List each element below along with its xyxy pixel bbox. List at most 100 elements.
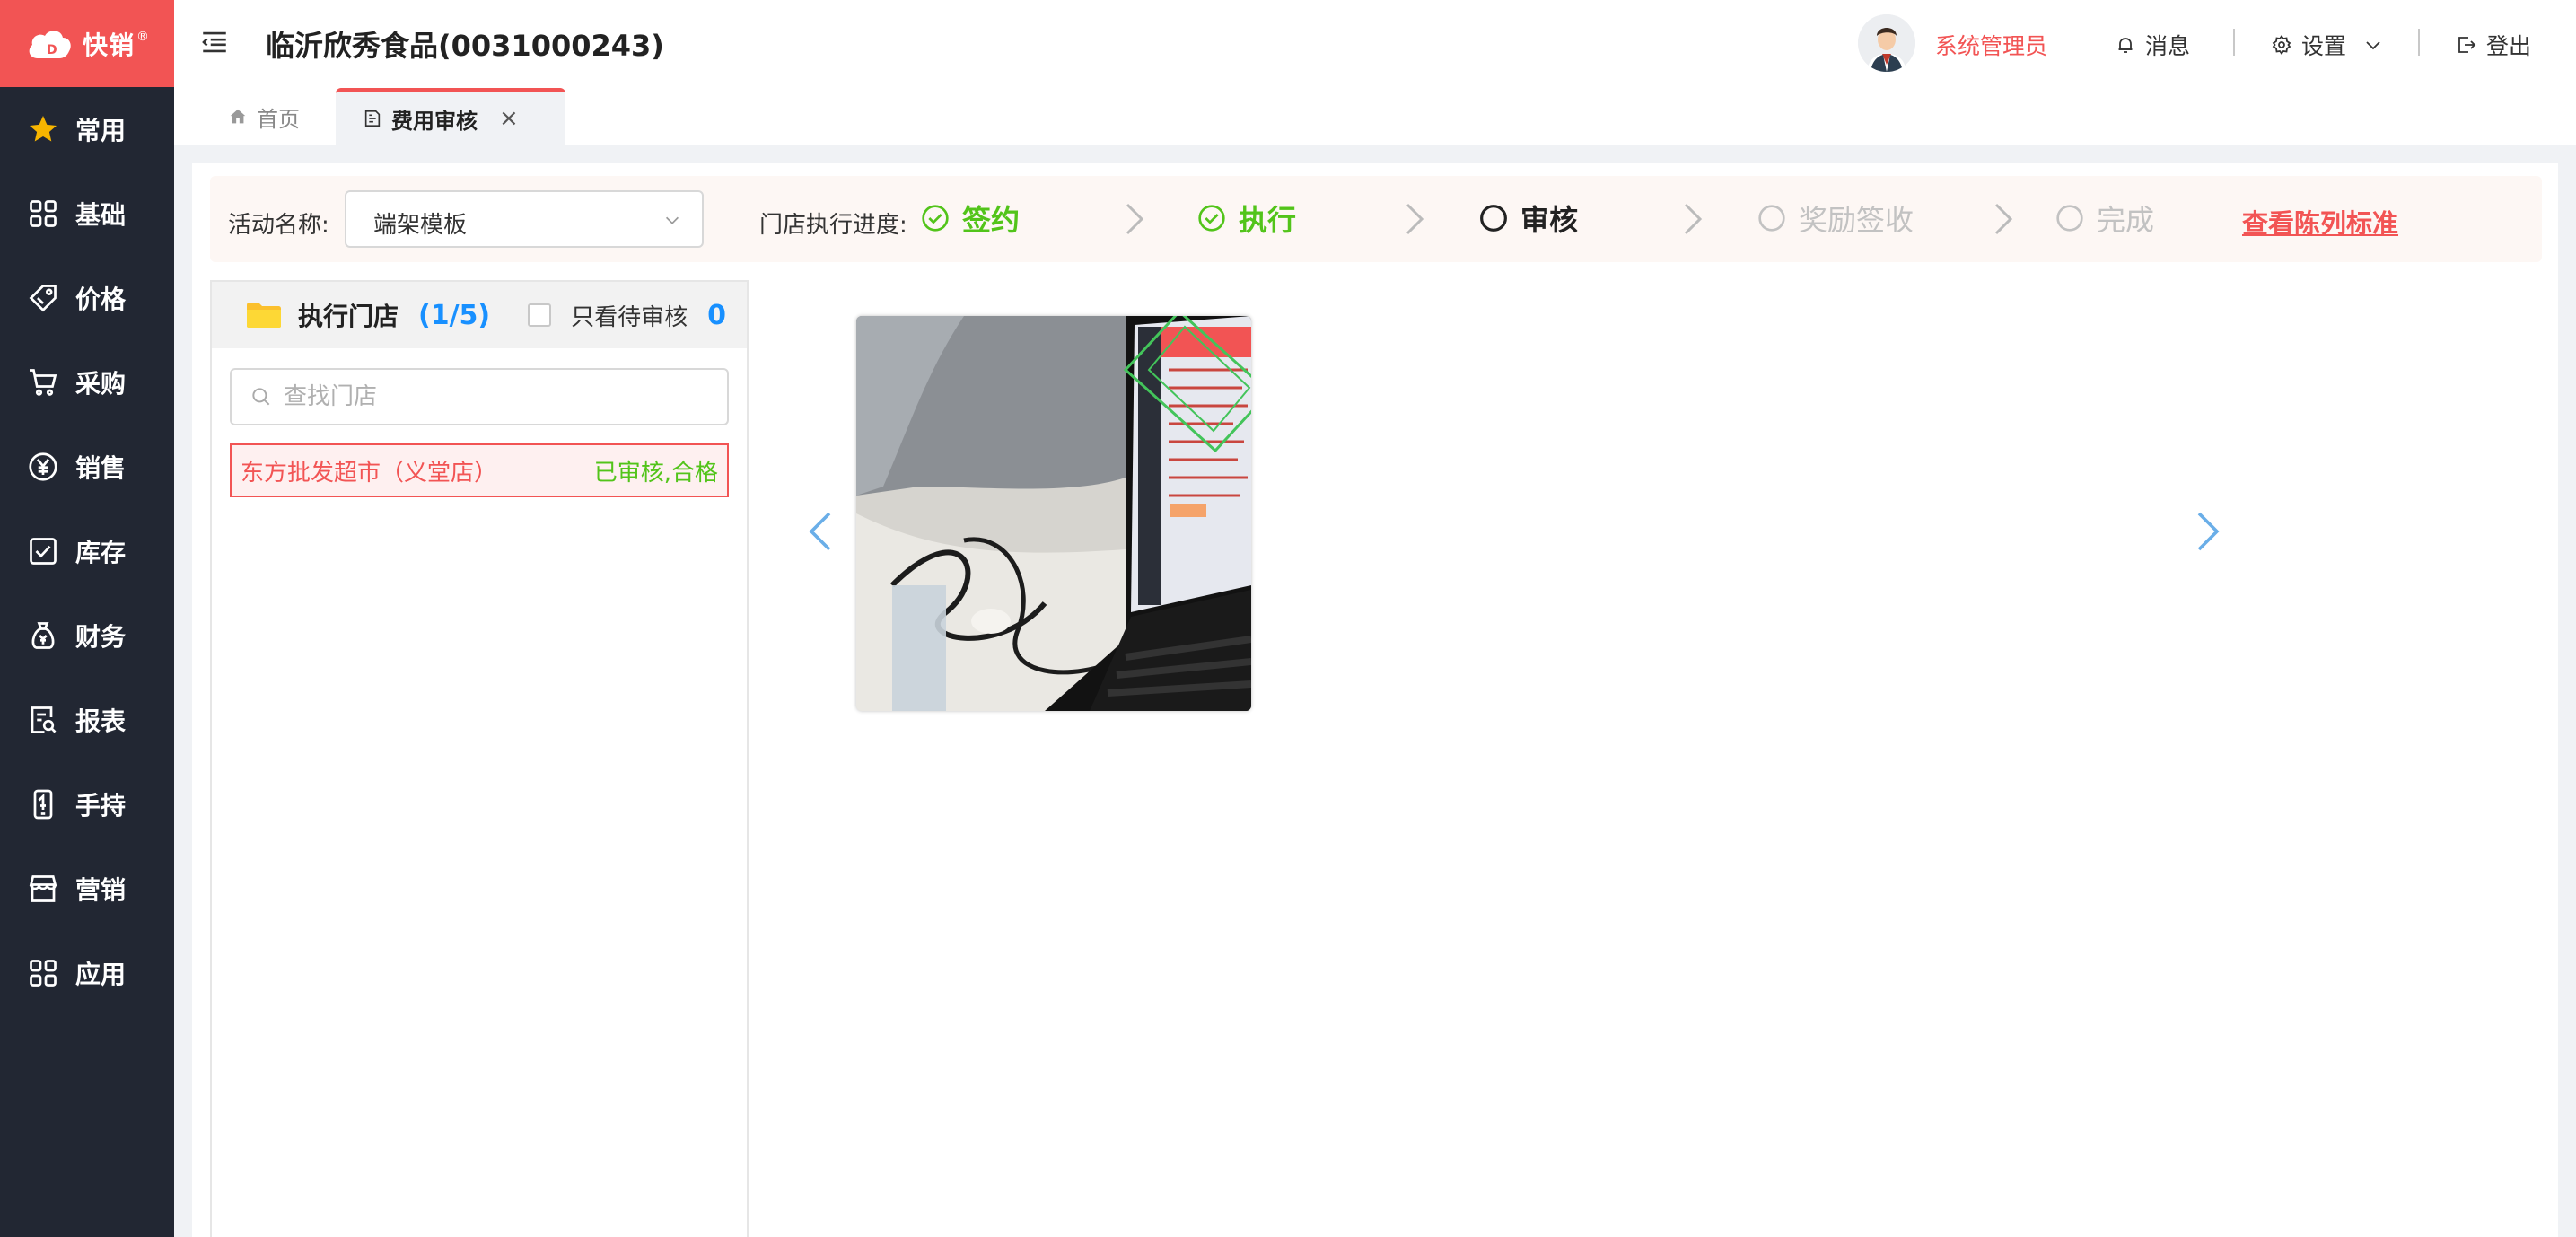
logout-link[interactable]: 登出 [2456, 29, 2531, 61]
tab-bar: 首页 费用审核 × [174, 86, 2576, 145]
money-bag-icon [31, 622, 55, 649]
messages-link[interactable]: 消息 [2115, 29, 2190, 61]
sidebar-item-label: 财务 [75, 622, 127, 652]
store-icon [29, 875, 57, 902]
main-content: 活动名称: 端架模板 门店执行进度: 签约 执行 审核 奖励签收 完成 查看陈列… [192, 163, 2558, 1237]
step-label: 完成 [2097, 203, 2155, 237]
logout-label: 登出 [2486, 33, 2532, 59]
step-reward-receipt: 奖励签收 [1757, 197, 1914, 239]
sidebar-item-inventory[interactable]: 库存 [0, 509, 174, 593]
tab-label: 首页 [257, 106, 300, 132]
avatar[interactable] [1858, 14, 1915, 72]
cloud-logo-icon: D [29, 30, 71, 58]
chevron-down-icon [2366, 41, 2380, 50]
sidebar-item-label: 报表 [75, 706, 127, 736]
sidebar: D 快销 ® 常用 基础 价格 采购 销售 库存 财务 报表 手持 营销 应用 [0, 0, 174, 1237]
messages-label: 消息 [2145, 33, 2191, 59]
store-list-item[interactable]: 东方批发超市（义堂店） 已审核,合格 [230, 443, 729, 497]
sidebar-item-apps[interactable]: 应用 [0, 931, 174, 1015]
app-logo[interactable]: D 快销 ® [0, 0, 174, 87]
document-icon [364, 110, 381, 127]
store-status: 已审核,合格 [593, 459, 718, 487]
sidebar-item-label: 价格 [75, 285, 127, 314]
sidebar-item-label: 营销 [75, 875, 127, 905]
sidebar-item-label: 应用 [75, 960, 127, 989]
chevron-right-icon [1994, 203, 2013, 235]
sidebar-item-label: 手持 [75, 791, 127, 820]
sidebar-item-label: 库存 [75, 538, 127, 567]
pending-only-label[interactable]: 只看待审核 [571, 299, 688, 332]
step-execute: 执行 [1197, 197, 1296, 239]
chevron-down-icon [665, 216, 679, 224]
search-icon [252, 388, 270, 406]
folder-icon [247, 303, 281, 328]
step-sign: 签约 [921, 197, 1020, 239]
sidebar-item-sales[interactable]: 销售 [0, 425, 174, 509]
header-divider [2233, 29, 2235, 56]
step-label: 审核 [1520, 203, 1579, 237]
step-complete: 完成 [2055, 197, 2154, 239]
sidebar-item-price[interactable]: 价格 [0, 256, 174, 340]
chevron-right-icon [1406, 203, 1424, 235]
settings-label: 设置 [2301, 33, 2347, 59]
check-circle-icon [1198, 205, 1225, 232]
circle-icon [2056, 205, 2083, 232]
header-divider [2418, 29, 2420, 56]
app-logo-text: 快销 [82, 30, 135, 60]
circle-icon [1480, 205, 1507, 232]
current-user-name[interactable]: 系统管理员 [1935, 29, 2047, 61]
store-list-panel: 执行门店 (1/5) 只看待审核 0 东方批发超市（义堂店） 已审核,合格 [210, 280, 749, 1237]
tag-icon [29, 285, 57, 312]
tab-expense-review[interactable]: 费用审核 × [336, 88, 565, 145]
bell-icon [2118, 38, 2133, 53]
menu-collapse-icon[interactable] [199, 27, 230, 57]
sidebar-item-label: 销售 [75, 453, 127, 483]
settings-dropdown[interactable]: 设置 [2271, 29, 2384, 61]
activity-progress-bar: 活动名称: 端架模板 门店执行进度: 签约 执行 审核 奖励签收 完成 查看陈列… [210, 176, 2542, 262]
apps-icon [30, 960, 57, 987]
sidebar-item-finance[interactable]: 财务 [0, 593, 174, 678]
store-search-input[interactable] [284, 383, 714, 410]
pending-only-checkbox[interactable] [528, 303, 552, 327]
view-display-standard-link[interactable]: 查看陈列标准 [2242, 203, 2398, 241]
activity-select[interactable]: 端架模板 [345, 190, 704, 248]
tab-label: 费用审核 [391, 108, 478, 134]
sidebar-item-reports[interactable]: 报表 [0, 678, 174, 762]
previous-arrow-icon[interactable] [806, 510, 833, 553]
gear-icon [2272, 35, 2291, 55]
sidebar-item-marketing[interactable]: 营销 [0, 847, 174, 931]
step-label: 签约 [962, 203, 1021, 237]
photo-laptop-image [856, 316, 1251, 711]
close-icon[interactable]: × [499, 105, 519, 132]
user-avatar-icon [1858, 14, 1915, 72]
logout-icon [2458, 37, 2476, 53]
store-progress-label: 门店执行进度: [759, 212, 907, 239]
chevron-right-icon [1126, 203, 1144, 235]
cart-icon [30, 369, 57, 396]
check-circle-icon [922, 205, 949, 232]
circle-icon [1758, 205, 1785, 232]
chevron-right-icon [1684, 203, 1703, 235]
home-icon [230, 109, 246, 124]
svg-text:D: D [47, 43, 57, 57]
store-list-title: 执行门店 [298, 302, 399, 331]
star-icon [30, 116, 57, 142]
sidebar-item-label: 采购 [75, 369, 127, 399]
display-photo[interactable] [856, 316, 1251, 711]
handheld-icon [33, 789, 53, 820]
sidebar-item-purchase[interactable]: 采购 [0, 340, 174, 425]
store-list-header: 执行门店 (1/5) 只看待审核 0 [212, 282, 747, 348]
next-arrow-icon[interactable] [2195, 510, 2222, 553]
yen-icon [29, 452, 57, 481]
pending-count: 0 [707, 299, 727, 331]
sidebar-item-basic[interactable]: 基础 [0, 171, 174, 256]
company-title: 临沂欣秀食品(0031000243) [266, 29, 664, 63]
activity-name-label: 活动名称: [228, 212, 329, 239]
tab-home[interactable]: 首页 [201, 88, 327, 145]
sidebar-item-handheld[interactable]: 手持 [0, 762, 174, 847]
sidebar-item-label: 常用 [75, 116, 127, 145]
checkbox-icon [30, 538, 57, 565]
step-label: 执行 [1239, 203, 1297, 237]
sidebar-item-common[interactable]: 常用 [0, 87, 174, 171]
store-search [230, 368, 729, 425]
